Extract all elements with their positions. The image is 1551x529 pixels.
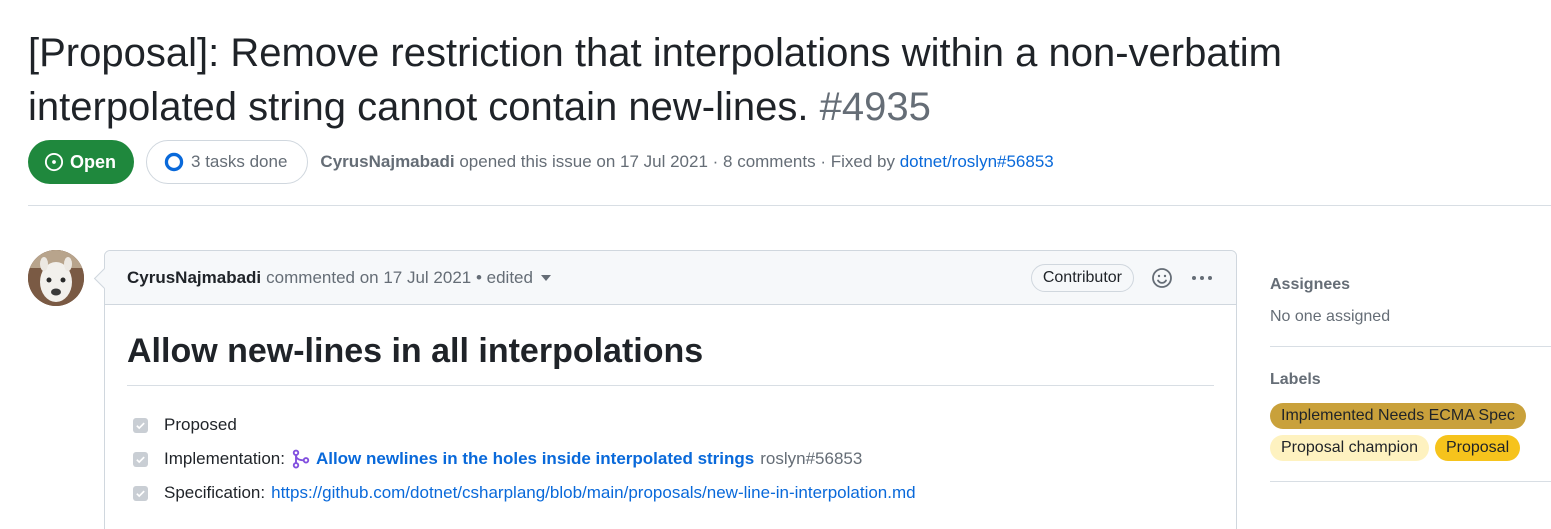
task-label: Proposed [164,415,237,434]
implementation-pr-ref: roslyn#56853 [760,449,863,468]
labels-heading[interactable]: Labels [1270,371,1551,389]
label-proposal[interactable]: Proposal [1434,435,1521,461]
implementation-pr-link[interactable]: Allow newlines in the holes inside inter… [316,449,754,469]
tasks-done-text: 3 tasks done [191,152,288,171]
issue-opened-icon [44,152,64,172]
body-heading: Allow new-lines in all interpolations [127,327,1214,386]
edited-dropdown-caret-icon[interactable] [540,274,551,281]
merged-pr-icon [292,449,310,469]
task-checkbox[interactable] [133,417,148,433]
issue-author-link[interactable]: CyrusNajmabadi [320,152,454,171]
specification-link[interactable]: https://github.com/dotnet/csharplang/blo… [271,483,915,503]
task-checkbox[interactable] [133,485,148,501]
issue-title-text: [Proposal]: Remove restriction that inte… [28,31,1282,129]
fixed-by-link[interactable]: dotnet/roslyn#56853 [900,152,1054,171]
header-divider [28,205,1551,206]
assignees-value: No one assigned [1270,308,1391,325]
task-label: Implementation: [164,449,285,468]
tasks-progress-pill[interactable]: 3 tasks done [146,140,309,184]
labels-section: Labels Implemented Needs ECMA Spec Propo… [1270,347,1551,482]
comment-author-link[interactable]: CyrusNajmabadi [127,268,261,288]
task-item: Specification: https://github.com/dotnet… [127,476,1214,510]
task-label: Specification: [164,483,266,502]
issue-sidebar: Assignees No one assigned Labels Impleme… [1270,250,1551,482]
alpaca-avatar-image [28,250,84,306]
task-list: Proposed Implementation: Allow newlines … [127,408,1214,510]
kebab-menu-icon[interactable] [1190,266,1214,290]
smiley-icon[interactable] [1150,266,1174,290]
comment-header-actions: Contributor [1030,263,1214,292]
task-checkbox[interactable] [133,451,148,467]
task-item: Proposed [127,408,1214,442]
issue-opened-text: opened this issue on 17 Jul 2021 · 8 com… [459,152,895,171]
task-item: Implementation: Allow newlines in the ho… [127,442,1214,476]
state-badge-open: Open [28,140,135,184]
avatar[interactable] [28,250,84,306]
label-proposal-champion[interactable]: Proposal champion [1270,435,1429,461]
assignees-section: Assignees No one assigned [1270,250,1551,347]
label-implemented-needs-ecma-spec[interactable]: Implemented Needs ECMA Spec [1270,403,1526,429]
comment-meta[interactable]: commented on 17 Jul 2021 • edited [266,268,533,288]
issue-number: #4935 [819,85,931,129]
comment-header: CyrusNajmabadi commented on 17 Jul 2021 … [105,251,1236,305]
labels-list: Implemented Needs ECMA Spec Proposal cha… [1270,403,1551,461]
issue-title: [Proposal]: Remove restriction that inte… [28,26,1468,134]
issue-meta-row: Open 3 tasks done CyrusNajmabadi opened … [28,140,1054,184]
comment-box: CyrusNajmabadi commented on 17 Jul 2021 … [104,250,1237,529]
assignees-heading[interactable]: Assignees [1270,276,1551,294]
contributor-badge: Contributor [1030,263,1134,292]
comment-body: Allow new-lines in all interpolations Pr… [105,305,1236,510]
issue-meta-text: CyrusNajmabadi opened this issue on 17 J… [320,152,1053,172]
state-label: Open [70,151,117,172]
progress-circle-icon [164,152,184,172]
